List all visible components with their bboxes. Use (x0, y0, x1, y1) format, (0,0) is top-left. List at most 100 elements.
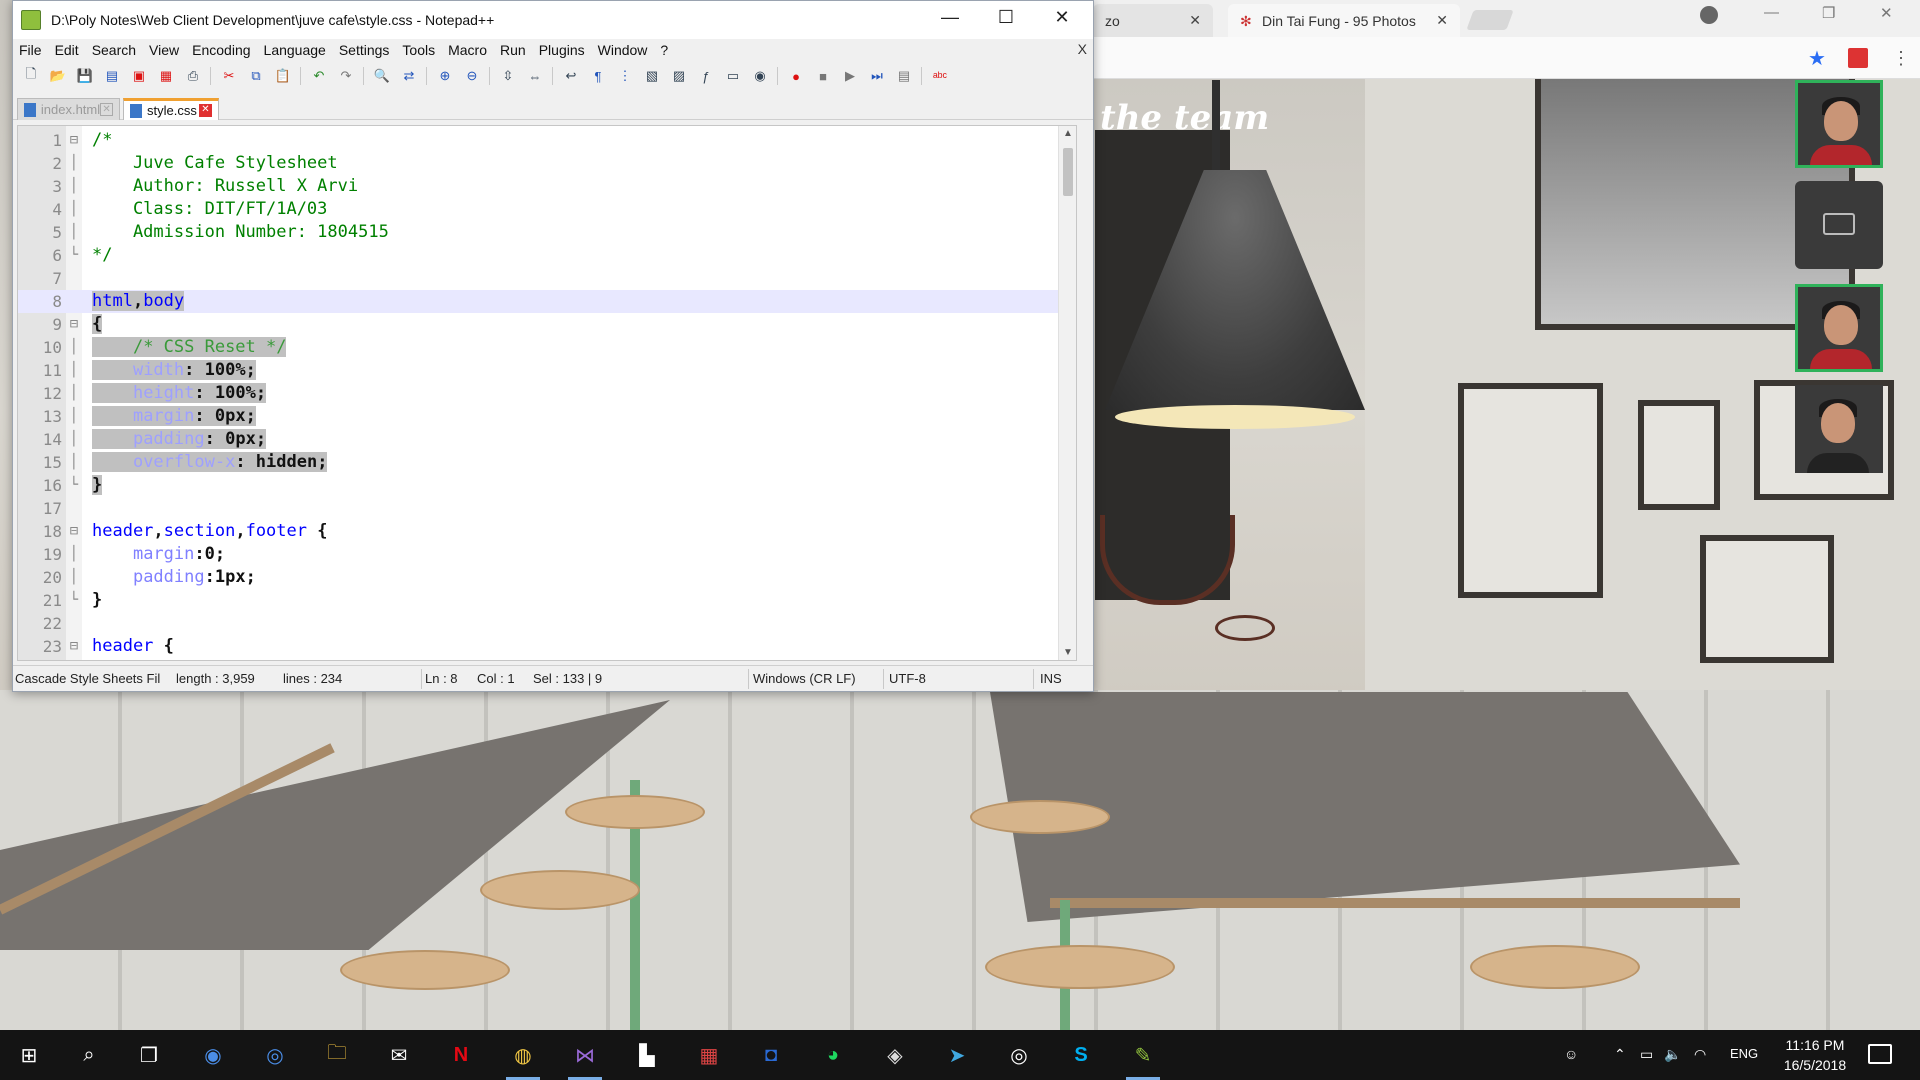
chrome-tab-din-tai-fung[interactable]: ✻ Din Tai Fung - 95 Photos ✕ (1228, 4, 1460, 37)
code-line[interactable]: 23 ⊟ header { (18, 635, 1058, 658)
start-windows-icon[interactable]: ⊞ (12, 1038, 46, 1072)
tab-index-html[interactable]: index.html ✕ (17, 98, 120, 120)
zoom-out-icon[interactable]: ⊖ (462, 67, 482, 85)
code-line[interactable]: 17 (18, 497, 1058, 520)
fold-marker[interactable]: ⊟ (68, 313, 80, 336)
volume-icon[interactable]: 🔈 (1664, 1046, 1681, 1063)
user-language-icon[interactable]: ▧ (642, 67, 662, 85)
search-icon[interactable]: ⌕ (72, 1038, 106, 1072)
bookmark-star-icon[interactable]: ★ (1808, 46, 1826, 71)
code-line[interactable]: 6 └ */ (18, 244, 1058, 267)
chrome-address-bar[interactable] (1093, 37, 1920, 79)
open-file-icon[interactable]: 📂 (48, 67, 68, 85)
notifications-icon[interactable] (1868, 1044, 1892, 1064)
menu-item-tools[interactable]: Tools (402, 42, 435, 58)
sticky-notes-icon[interactable]: ▙ (630, 1038, 664, 1072)
tab-close-icon[interactable]: ✕ (199, 104, 212, 117)
video-participant-tile[interactable] (1795, 80, 1883, 168)
title-bar[interactable]: D:\Poly Notes\Web Client Development\juv… (13, 1, 1093, 39)
menu-item-plugins[interactable]: Plugins (539, 42, 585, 58)
calendar-app-icon[interactable]: ▦ (692, 1038, 726, 1072)
zoom-in-icon[interactable]: ⊕ (435, 67, 455, 85)
minimize-icon[interactable]: — (927, 7, 973, 28)
paste-icon[interactable]: 📋 (273, 67, 293, 85)
menu-item-settings[interactable]: Settings (339, 42, 390, 58)
scroll-up-icon[interactable]: ▲ (1059, 128, 1076, 139)
code-line[interactable]: 13 │ margin: 0px; (18, 405, 1058, 428)
tab-style-css[interactable]: style.css ✕ (123, 98, 219, 120)
copy-icon[interactable]: ⧉ (246, 67, 266, 85)
menu-item-language[interactable]: Language (264, 42, 326, 58)
show-all-chars-icon[interactable]: ¶ (588, 67, 608, 85)
code-line[interactable]: 4 │ Class: DIT/FT/1A/03 (18, 198, 1058, 221)
restore-icon[interactable]: ❐ (1822, 4, 1835, 22)
record-macro-icon[interactable]: ● (786, 67, 806, 85)
code-line[interactable]: 1 ⊟ /* (18, 129, 1058, 152)
video-participant-tile-camera-off[interactable] (1795, 181, 1883, 269)
people-icon[interactable]: ☺ (1564, 1046, 1578, 1062)
code-line[interactable]: 20 │ padding:1px; (18, 566, 1058, 589)
extension-icon[interactable] (1848, 48, 1868, 68)
code-line[interactable]: 14 │ padding: 0px; (18, 428, 1058, 451)
system-clock[interactable]: 11:16 PM 16/5/2018 (1776, 1035, 1854, 1075)
vertical-scrollbar[interactable]: ▲ ▼ (1058, 126, 1076, 660)
chrome-tab[interactable]: zo ✕ (1093, 4, 1213, 37)
code-line[interactable]: 18 ⊟ header,section,footer { (18, 520, 1058, 543)
code-line[interactable]: 15 │ overflow-x: hidden; (18, 451, 1058, 474)
notepad-plus-plus-taskbar-icon[interactable]: ✎ (1126, 1038, 1160, 1080)
close-file-icon[interactable]: ▣ (129, 67, 149, 85)
monitoring-icon[interactable]: ◉ (750, 67, 770, 85)
save-icon[interactable]: 💾 (75, 67, 95, 85)
chrome-icon[interactable]: ◍ (506, 1038, 540, 1080)
redo-icon[interactable]: ↷ (336, 67, 356, 85)
document-map-icon[interactable]: ▨ (669, 67, 689, 85)
close-icon[interactable]: ✕ (1436, 12, 1448, 29)
tab-close-icon[interactable]: ✕ (100, 103, 113, 116)
save-all-icon[interactable]: ▤ (102, 67, 122, 85)
video-participant-tile[interactable] (1795, 284, 1883, 372)
code-line[interactable]: 11 │ width: 100%; (18, 359, 1058, 382)
telegram-icon[interactable]: ➤ (940, 1038, 974, 1072)
replace-icon[interactable]: ⇄ (399, 67, 419, 85)
menu-item-file[interactable]: File (19, 42, 42, 58)
obs-icon[interactable]: ◎ (1002, 1038, 1036, 1072)
menu-item-window[interactable]: Window (598, 42, 648, 58)
menu-item-edit[interactable]: Edit (55, 42, 79, 58)
sync-vertical-icon[interactable]: ⇳ (498, 67, 518, 85)
cut-icon[interactable]: ✂ (219, 67, 239, 85)
fold-marker[interactable]: ⊟ (68, 635, 80, 658)
mail-icon[interactable]: ✉ (382, 1038, 416, 1072)
scrollbar-thumb[interactable] (1063, 148, 1073, 196)
visual-studio-icon[interactable]: ⋈ (568, 1038, 602, 1080)
save-macro-icon[interactable]: ▤ (894, 67, 914, 85)
code-line[interactable]: 5 │ Admission Number: 1804515 (18, 221, 1058, 244)
menu-item-search[interactable]: Search (92, 42, 136, 58)
new-tab-button[interactable] (1466, 10, 1514, 30)
spotify-icon[interactable]: ◕ (816, 1038, 850, 1072)
shield-icon[interactable]: ◈ (878, 1038, 912, 1072)
close-document-button[interactable]: X (1078, 41, 1087, 57)
run-macro-multiple-icon[interactable]: ⏭ (867, 67, 887, 85)
stop-macro-icon[interactable]: ■ (813, 67, 833, 85)
menu-item-run[interactable]: Run (500, 42, 526, 58)
menu-item-macro[interactable]: Macro (448, 42, 487, 58)
video-participant-tile[interactable] (1795, 385, 1883, 473)
language-indicator[interactable]: ENG (1730, 1046, 1758, 1061)
chrome-menu-icon[interactable]: ⋮ (1892, 48, 1910, 69)
undo-icon[interactable]: ↶ (309, 67, 329, 85)
folder-workspace-icon[interactable]: ▭ (723, 67, 743, 85)
code-line[interactable]: 3 │ Author: Russell X Arvi (18, 175, 1058, 198)
code-line[interactable]: 16 └} (18, 474, 1058, 497)
code-line[interactable]: 21 └} (18, 589, 1058, 612)
cortana-app-icon[interactable]: ◎ (258, 1038, 292, 1072)
new-file-icon[interactable]: 🗋 (21, 66, 41, 85)
close-icon[interactable]: ✕ (1189, 12, 1201, 29)
play-macro-icon[interactable]: ▶ (840, 67, 860, 85)
task-view-icon[interactable]: ❐ (132, 1038, 166, 1072)
close-icon[interactable]: ✕ (1039, 7, 1085, 28)
close-icon[interactable]: ✕ (1880, 4, 1893, 22)
chevron-up-icon[interactable]: ⌃ (1614, 1046, 1626, 1063)
store-icon[interactable]: ◘ (754, 1038, 788, 1072)
fold-marker[interactable]: ⊟ (68, 520, 80, 543)
indent-guide-icon[interactable]: ⋮ (615, 67, 635, 85)
